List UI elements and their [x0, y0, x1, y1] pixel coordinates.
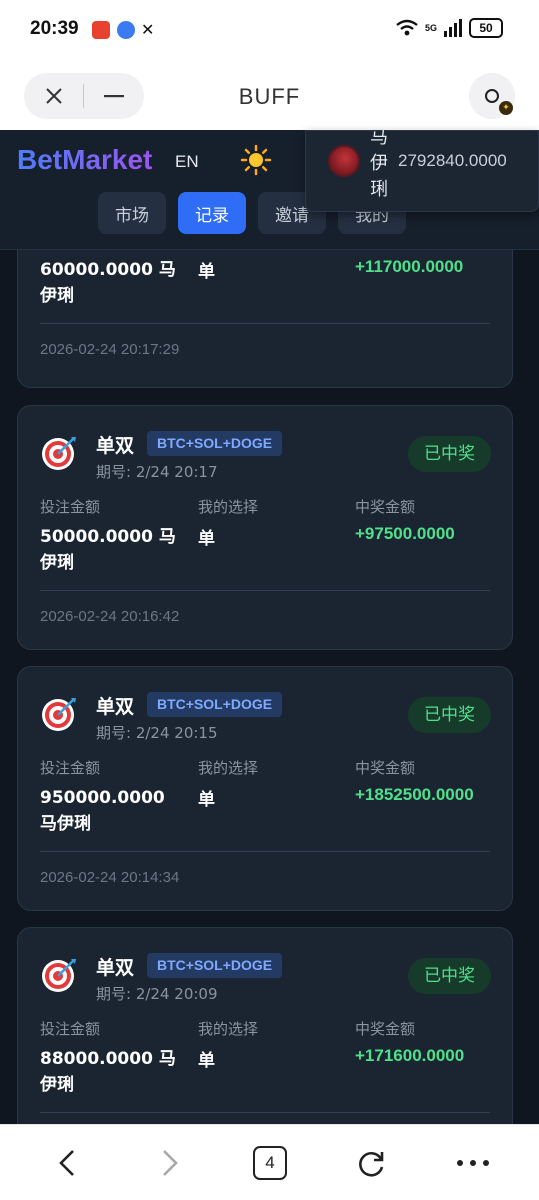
video-app-icon [92, 21, 110, 39]
prize-amount-label: 中奖金额 [355, 498, 416, 516]
prize-value: +117000.0000 [355, 257, 464, 276]
pair-badge: BTC+SOL+DOGE [147, 431, 283, 456]
choice-value: 单 [198, 529, 215, 549]
prize-value: +171600.0000 [355, 1046, 465, 1065]
refresh-button[interactable] [354, 1143, 388, 1183]
forward-button[interactable] [155, 1143, 185, 1183]
status-indicators: 5G 50 [395, 18, 503, 38]
status-time: 20:39 [30, 18, 79, 39]
game-title: 单双 [96, 696, 135, 718]
signal-icon [444, 19, 462, 37]
record-timestamp: 2026-02-24 20:16:42 [40, 608, 180, 625]
network-label: 5G [424, 23, 437, 33]
prize-value: +1852500.0000 [355, 785, 474, 804]
target-icon [42, 959, 76, 992]
refresh-icon [359, 1152, 384, 1177]
target-icon [42, 437, 76, 470]
tabs-button[interactable]: 4 [252, 1143, 288, 1183]
status-badge: 已中奖 [408, 697, 491, 733]
my-choice-label: 我的选择 [198, 759, 259, 777]
app-logo[interactable]: BetMarket [17, 144, 152, 176]
more-icon [485, 89, 499, 103]
choice-value: 单 [198, 1051, 215, 1071]
bet-amount-label: 投注金额 [40, 759, 101, 777]
status-badge: 已中奖 [408, 436, 491, 472]
card-divider [40, 851, 490, 852]
bet-amount-label: 投注金额 [40, 498, 101, 516]
more-button[interactable] [455, 1143, 491, 1183]
record-timestamp: 2026-02-24 20:17:29 [40, 341, 180, 358]
language-toggle[interactable]: EN [175, 152, 199, 172]
record-card: 单双 BTC+SOL+DOGE 期号: 2/24 20:17 已中奖 投注金额 … [17, 405, 513, 650]
prize-amount-label: 中奖金额 [355, 1020, 416, 1038]
card-divider [40, 323, 490, 324]
records-list[interactable]: 60000.0000 马伊琍 单 +117000.0000 2026-02-24… [0, 250, 539, 1124]
bet-amount-value: 88000.0000 马伊琍 [40, 1049, 176, 1095]
battery-indicator: 50 [469, 18, 503, 38]
my-choice-label: 我的选择 [198, 1020, 259, 1038]
sun-icon [240, 144, 272, 176]
tab-market[interactable]: 市场 [98, 192, 166, 234]
chevron-right-icon [163, 1150, 178, 1176]
theme-toggle[interactable] [240, 144, 272, 183]
prize-amount-label: 中奖金额 [355, 759, 416, 777]
record-card: 单双 BTC+SOL+DOGE 期号: 2/24 20:09 已中奖 投注金额 … [17, 927, 513, 1124]
user-name: 马伊琍 [370, 127, 388, 200]
browser-menu-button[interactable]: ✦ [469, 73, 515, 119]
game-title: 单双 [96, 957, 135, 979]
tab-count: 4 [253, 1146, 287, 1180]
target-icon [42, 698, 76, 731]
period-number: 期号: 2/24 20:09 [96, 985, 218, 1003]
card-divider [40, 1112, 490, 1113]
more-icon [457, 1160, 489, 1166]
card-divider [40, 590, 490, 591]
avatar [328, 145, 360, 177]
game-title: 单双 [96, 435, 135, 457]
page-title: BUFF [238, 84, 301, 109]
tab-records[interactable]: 记录 [178, 192, 246, 234]
period-number: 期号: 2/24 20:17 [96, 463, 218, 481]
wifi-icon [396, 19, 418, 36]
choice-value: 单 [198, 262, 215, 282]
status-bar: 20:39 ✕ 5G 50 [0, 0, 539, 62]
bet-amount-label: 投注金额 [40, 1020, 101, 1038]
chevron-left-icon [59, 1150, 74, 1176]
prize-value: +97500.0000 [355, 524, 455, 543]
choice-value: 单 [198, 790, 215, 810]
user-balance-popover[interactable]: 马伊琍 2792840.0000 [305, 127, 539, 212]
record-card: 60000.0000 马伊琍 单 +117000.0000 2026-02-24… [17, 250, 513, 388]
record-timestamp: 2026-02-24 20:14:34 [40, 869, 180, 886]
period-number: 期号: 2/24 20:15 [96, 724, 218, 742]
bet-amount-value: 50000.0000 马伊琍 [40, 527, 176, 573]
user-balance: 2792840.0000 [398, 151, 507, 170]
back-button[interactable] [52, 1143, 82, 1183]
pair-badge: BTC+SOL+DOGE [147, 953, 283, 978]
browser-top-bar: BUFF ✦ [0, 62, 539, 130]
bet-amount-value: 60000.0000 马伊琍 [40, 260, 176, 306]
bet-amount-value: 950000.0000 马伊琍 [40, 788, 165, 834]
record-card: 单双 BTC+SOL+DOGE 期号: 2/24 20:15 已中奖 投注金额 … [17, 666, 513, 911]
browser-bottom-nav: 4 [0, 1124, 539, 1200]
notification-app-icon [117, 21, 135, 39]
status-badge: 已中奖 [408, 958, 491, 994]
mini-program-icon: ✦ [499, 101, 513, 115]
x-app-icon: ✕ [141, 20, 155, 39]
pair-badge: BTC+SOL+DOGE [147, 692, 283, 717]
my-choice-label: 我的选择 [198, 498, 259, 516]
